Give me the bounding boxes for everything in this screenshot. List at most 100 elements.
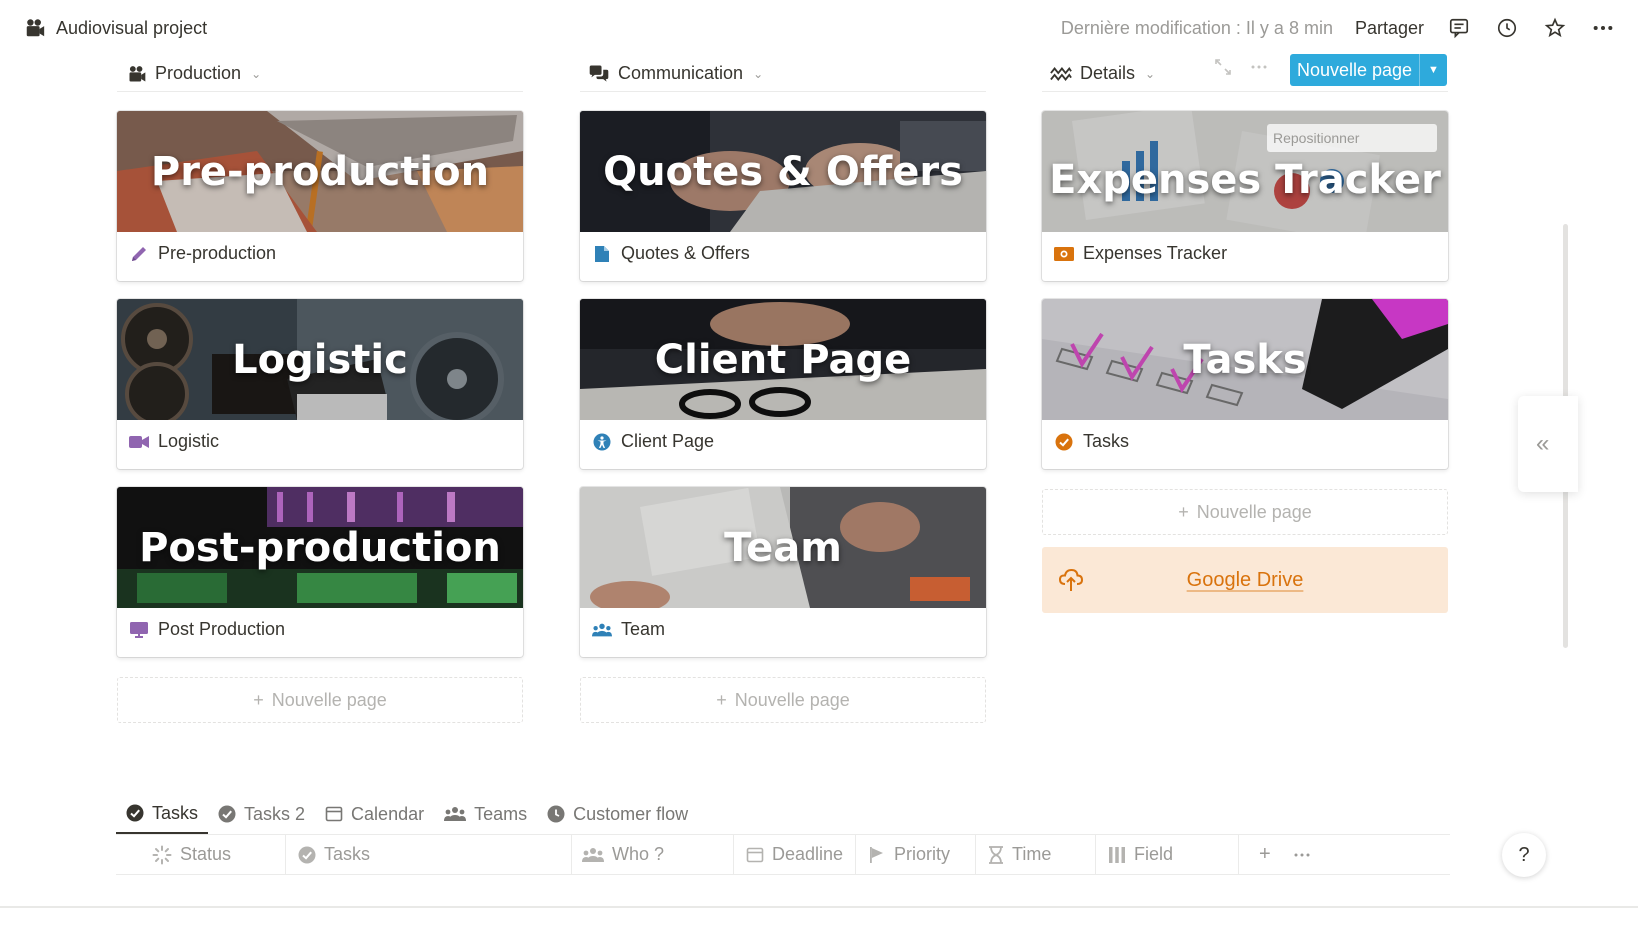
property-deadline[interactable]: Deadline xyxy=(734,835,856,874)
flag-icon xyxy=(868,846,886,864)
accessibility-icon xyxy=(592,432,612,452)
columns-icon xyxy=(1108,846,1126,864)
add-property-icon[interactable]: + xyxy=(1259,843,1271,866)
property-priority[interactable]: Priority xyxy=(856,835,976,874)
tab-calendar[interactable]: Calendar xyxy=(315,794,434,834)
card-logistic[interactable]: Logistic Logistic xyxy=(117,299,523,469)
cover-title: Post-production xyxy=(139,524,501,571)
tab-teams[interactable]: Teams xyxy=(434,794,537,834)
property-tasks[interactable]: Tasks xyxy=(286,835,572,874)
money-icon xyxy=(1054,244,1074,264)
property-label: Field xyxy=(1134,844,1174,864)
more-icon[interactable] xyxy=(1590,15,1616,41)
waves-icon xyxy=(1050,65,1072,83)
table-header-actions: + xyxy=(1239,835,1311,874)
property-status[interactable]: Status xyxy=(116,835,286,874)
chevron-down-icon[interactable]: ▼ xyxy=(1419,54,1447,86)
new-page-label: Nouvelle page xyxy=(1196,501,1312,522)
column-header-communication[interactable]: Communication ⌄ xyxy=(580,56,986,92)
property-time[interactable]: Time xyxy=(976,835,1096,874)
tab-label: Teams xyxy=(474,803,528,824)
property-label: Who ? xyxy=(612,844,665,864)
new-page-row[interactable]: + Nouvelle page xyxy=(117,677,523,723)
window-bottom-border xyxy=(0,906,1638,908)
google-drive-label[interactable]: Google Drive xyxy=(1042,569,1448,592)
card-pre-production[interactable]: Pre-production Pre-production xyxy=(117,111,523,281)
new-page-row[interactable]: + Nouvelle page xyxy=(1042,489,1448,535)
expand-icon[interactable] xyxy=(1214,58,1232,76)
card-cover: Logistic xyxy=(117,299,523,420)
card-quotes-offers[interactable]: Quotes & Offers Quotes & Offers xyxy=(580,111,986,281)
plus-icon: + xyxy=(253,689,264,710)
card-label: Expenses Tracker xyxy=(1054,243,1227,264)
calendar-icon xyxy=(325,805,343,823)
monitor-icon xyxy=(129,620,149,640)
reposition-control[interactable]: Repositionner xyxy=(1267,124,1437,152)
property-field[interactable]: Field xyxy=(1096,835,1239,874)
new-page-label: Nouvelle page xyxy=(734,689,850,710)
property-label: Deadline xyxy=(772,844,844,864)
new-page-button-label: Nouvelle page xyxy=(1296,59,1413,80)
reposition-button[interactable]: Repositionner xyxy=(1267,130,1359,146)
cover-title: Quotes & Offers xyxy=(603,148,963,195)
tab-label: Customer flow xyxy=(573,803,689,824)
property-label: Status xyxy=(180,844,232,864)
card-title: Expenses Tracker xyxy=(1083,243,1228,263)
help-button[interactable]: ? xyxy=(1502,833,1546,877)
history-icon[interactable] xyxy=(1494,15,1520,41)
card-label: Tasks xyxy=(1054,431,1129,452)
card-label: Post Production xyxy=(129,619,285,640)
card-label: Team xyxy=(592,619,665,640)
top-bar: Audiovisual project Dernière modificatio… xyxy=(0,0,1638,56)
comment-icon[interactable] xyxy=(1446,15,1472,41)
tab-customer-flow[interactable]: Customer flow xyxy=(537,794,698,834)
new-page-button[interactable]: Nouvelle page ▼ xyxy=(1290,54,1447,86)
card-cover: Client Page xyxy=(580,299,986,420)
card-label: Pre-production xyxy=(129,243,276,264)
share-button[interactable]: Partager xyxy=(1355,18,1424,39)
video-camera-icon xyxy=(129,432,149,452)
tab-tasks[interactable]: Tasks xyxy=(116,794,209,834)
chevron-down-icon: ⌄ xyxy=(251,66,262,81)
last-modified-text: Dernière modification : Il y a 8 min xyxy=(1060,17,1333,38)
column-header-production[interactable]: Production ⌄ xyxy=(117,56,523,92)
view-tabs: Tasks Tasks 2 Calendar Teams Customer fl… xyxy=(116,794,698,834)
google-drive-link[interactable]: Google Drive xyxy=(1042,547,1448,613)
card-post-production[interactable]: Post-production Post Production xyxy=(117,487,523,657)
star-icon[interactable] xyxy=(1542,15,1568,41)
property-who[interactable]: Who ? xyxy=(572,835,734,874)
chevron-down-icon: ⌄ xyxy=(1145,66,1156,81)
card-title: Tasks xyxy=(1083,431,1130,451)
check-circle-icon xyxy=(298,846,316,864)
column-title: Details xyxy=(1080,63,1136,83)
breadcrumb[interactable]: Audiovisual project xyxy=(24,17,207,39)
card-client-page[interactable]: Client Page Client Page xyxy=(580,299,986,469)
card-title: Team xyxy=(621,619,666,639)
check-circle-icon xyxy=(126,804,144,822)
more-icon[interactable] xyxy=(1250,58,1268,76)
check-circle-icon xyxy=(1054,432,1074,452)
card-label: Client Page xyxy=(592,431,714,452)
card-cover: Tasks xyxy=(1042,299,1448,420)
film-camera-icon xyxy=(127,64,147,84)
new-page-row[interactable]: + Nouvelle page xyxy=(580,677,986,723)
card-team[interactable]: Team Team xyxy=(580,487,986,657)
cover-title: Team xyxy=(724,524,842,571)
card-label: Quotes & Offers xyxy=(592,243,750,264)
tab-label: Tasks 2 xyxy=(244,803,306,824)
collapse-sidebar-button[interactable]: « xyxy=(1518,396,1578,492)
card-title: Post Production xyxy=(158,619,286,639)
card-tasks[interactable]: Tasks Tasks xyxy=(1042,299,1448,469)
more-icon[interactable] xyxy=(1293,846,1311,864)
cover-title: Logistic xyxy=(232,336,408,383)
tab-tasks-2[interactable]: Tasks 2 xyxy=(208,794,315,834)
users-icon xyxy=(444,806,467,822)
chevron-down-icon: ⌄ xyxy=(753,66,764,81)
property-label: Tasks xyxy=(324,844,371,864)
plus-icon: + xyxy=(1178,501,1189,522)
double-chevron-left-icon: « xyxy=(1536,430,1550,457)
card-cover: Team xyxy=(580,487,986,608)
new-page-label: Nouvelle page xyxy=(271,689,387,710)
view-tools xyxy=(1214,58,1268,76)
plus-icon: + xyxy=(716,689,727,710)
